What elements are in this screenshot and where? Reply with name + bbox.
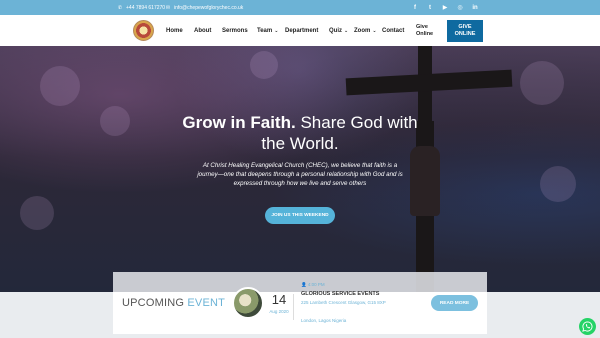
hero-title-bold: Grow in Faith. bbox=[182, 113, 296, 132]
nav-label: Sermons bbox=[222, 27, 248, 34]
chevron-down-icon: ⌄ bbox=[344, 27, 349, 34]
event-time: 👤 4:00 PM bbox=[301, 282, 325, 288]
event-divider bbox=[293, 294, 294, 320]
hero-title: Grow in Faith. Share God with the World. bbox=[180, 112, 420, 154]
nav-label: Department bbox=[285, 27, 319, 34]
bokeh-light bbox=[20, 196, 54, 230]
nav-item-contact[interactable]: Contact bbox=[382, 15, 404, 46]
nav-label: Quiz bbox=[329, 27, 342, 34]
linkedin-icon[interactable]: in bbox=[470, 0, 480, 15]
give-button-line2: ONLINE bbox=[454, 31, 476, 37]
nav-item-team[interactable]: Team ⌄ bbox=[257, 15, 278, 46]
nav-label: Home bbox=[166, 27, 183, 34]
event-address: 225 Lambeth Crescent Glasgow, G15 8XP bbox=[301, 300, 386, 305]
user-icon: 👤 bbox=[301, 282, 307, 287]
give-button-line1: GIVE bbox=[458, 24, 472, 30]
nav-item-sermons[interactable]: Sermons bbox=[222, 15, 248, 46]
nav-label: About bbox=[194, 27, 212, 34]
phone-number: +44 7894 617270 bbox=[126, 4, 166, 11]
bokeh-light bbox=[520, 61, 564, 105]
read-more-button[interactable]: READ MORE bbox=[431, 295, 478, 311]
whatsapp-button[interactable] bbox=[579, 318, 596, 335]
join-us-button[interactable]: JOIN US THIS WEEKEND bbox=[265, 207, 335, 224]
nav-label: Zoom bbox=[354, 27, 371, 34]
church-logo[interactable] bbox=[133, 20, 154, 41]
whatsapp-icon bbox=[582, 321, 593, 332]
event-day: 14 bbox=[271, 292, 287, 307]
event-title[interactable]: GLORIOUS SERVICE EVENTS bbox=[301, 291, 379, 297]
twitter-icon[interactable]: t bbox=[425, 0, 435, 15]
nav-item-department[interactable]: Department bbox=[285, 15, 318, 46]
give-online-button[interactable]: GIVE ONLINE bbox=[447, 20, 483, 42]
event-month: Aug 2020 bbox=[269, 309, 289, 314]
nav-label: Team bbox=[257, 27, 273, 34]
main-nav: Home About Sermons Team ⌄ Department Quiz… bbox=[0, 15, 600, 46]
event-panel-top bbox=[113, 272, 487, 292]
upcoming-heading-accent: EVENT bbox=[184, 297, 226, 309]
bokeh-light bbox=[540, 166, 576, 202]
email-icon: ✉ bbox=[165, 4, 171, 11]
crucifix-figure bbox=[410, 146, 440, 216]
event-address-secondary: London, Lagos Nigeria bbox=[301, 318, 347, 323]
nav-item-about[interactable]: About bbox=[194, 15, 211, 46]
bokeh-light bbox=[40, 66, 80, 106]
upcoming-heading-main: UPCOMING bbox=[122, 297, 185, 309]
give-online-line1: Give bbox=[416, 24, 428, 30]
email-address: info@chepewofglorychec.co.uk bbox=[174, 4, 244, 11]
nav-label: Contact bbox=[382, 27, 405, 34]
email-contact[interactable]: ✉ info@chepewofglorychec.co.uk bbox=[165, 0, 243, 15]
phone-contact[interactable]: ✆ +44 7894 617270 bbox=[117, 0, 165, 15]
nav-item-home[interactable]: Home bbox=[166, 15, 183, 46]
hero-description: At Christ Healing Evangelical Church (CH… bbox=[197, 162, 403, 187]
bokeh-light bbox=[250, 51, 278, 79]
give-online-link[interactable]: Give Online bbox=[416, 24, 433, 38]
chevron-down-icon: ⌄ bbox=[372, 27, 377, 34]
top-contact-bar: ✆ +44 7894 617270 ✉ info@chepewofglorych… bbox=[0, 0, 600, 15]
bokeh-light bbox=[100, 106, 130, 136]
nav-item-zoom[interactable]: Zoom ⌄ bbox=[354, 15, 377, 46]
hero-banner: Grow in Faith. Share God with the World.… bbox=[0, 46, 600, 292]
nav-item-quiz[interactable]: Quiz ⌄ bbox=[329, 15, 348, 46]
event-time-text: 4:00 PM bbox=[307, 282, 325, 287]
event-thumbnail[interactable] bbox=[232, 287, 264, 319]
facebook-icon[interactable]: f bbox=[410, 0, 420, 15]
phone-icon: ✆ bbox=[117, 4, 123, 11]
chevron-down-icon: ⌄ bbox=[274, 27, 279, 34]
upcoming-event-heading: UPCOMING EVENT bbox=[122, 297, 225, 309]
youtube-icon[interactable]: ▶ bbox=[440, 0, 450, 15]
give-online-line2: Online bbox=[416, 31, 434, 37]
instagram-icon[interactable]: ◎ bbox=[455, 0, 465, 15]
